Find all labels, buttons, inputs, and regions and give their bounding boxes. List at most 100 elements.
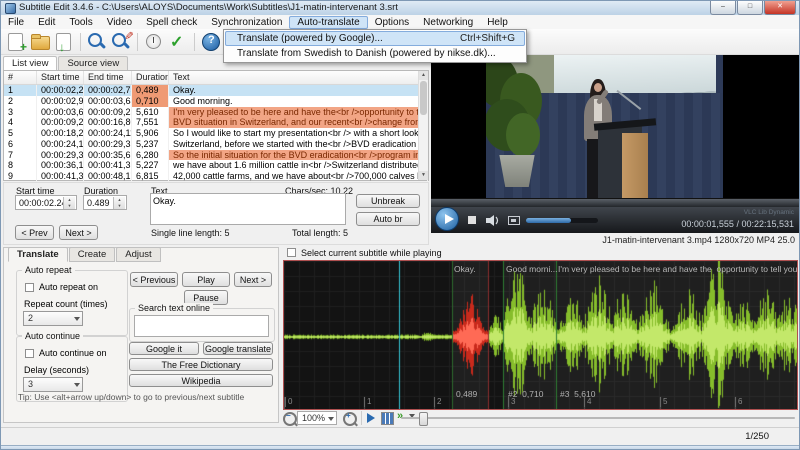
find-icon[interactable] <box>86 31 108 53</box>
tab-adjust[interactable]: Adjust <box>116 247 160 262</box>
duration-input[interactable]: 0.489 ▲▼ <box>83 195 127 210</box>
menu-item-help[interactable]: Help <box>480 16 515 29</box>
column-header-text: Text <box>169 71 428 84</box>
menu-option-translate-powered-by-google[interactable]: Translate (powered by Google)...Ctrl+Shi… <box>225 31 525 46</box>
table-scrollbar[interactable]: ▲ ▼ <box>418 71 428 180</box>
next-subtitle-button[interactable]: Next > <box>59 225 98 240</box>
zoom-out-icon[interactable]: − <box>283 412 297 426</box>
tab-translate[interactable]: Translate <box>8 247 68 262</box>
tab-create[interactable]: Create <box>69 247 116 262</box>
select-current-subtitle[interactable]: Select current subtitle while playing <box>287 248 442 258</box>
minimize-button[interactable]: – <box>710 1 736 15</box>
next-button[interactable]: Next > <box>234 272 272 287</box>
save-icon[interactable]: ↓ <box>53 31 75 53</box>
wikipedia-button[interactable]: Wikipedia <box>129 374 273 387</box>
menu-item-edit[interactable]: Edit <box>31 16 62 29</box>
google-translate-button[interactable]: Google translate <box>203 342 273 355</box>
menu-item-spell-check[interactable]: Spell check <box>139 16 204 29</box>
waveform-subtitle-label: I'm very pleased to be here and have the… <box>558 264 798 274</box>
previous-button[interactable]: < Previous <box>130 272 178 287</box>
table-row[interactable]: 400:00:09,25800:00:16,8097,551BVD situat… <box>4 117 428 128</box>
prev-subtitle-button[interactable]: < Prev <box>15 225 54 240</box>
waveform-zoom-select[interactable]: 100% <box>297 411 337 425</box>
playback-speed-icon[interactable]: » <box>397 410 402 422</box>
cell-text: So the initial situation for the BVD era… <box>169 150 428 161</box>
start-time-spinner[interactable]: ▲▼ <box>63 197 75 209</box>
repeat-count-select[interactable]: 2 <box>23 311 83 326</box>
menu-item-auto-translate[interactable]: Auto-translate <box>289 16 367 29</box>
scroll-up-icon[interactable]: ▲ <box>419 71 428 80</box>
subtitle-text-input[interactable]: Okay. <box>150 193 346 225</box>
video-controls: VLC Lib Dynamic 00:00:01,555 / 00:22:15,… <box>431 207 799 233</box>
delay-select[interactable]: 3 <box>23 377 83 392</box>
table-row[interactable]: 900:00:41,36400:00:48,1796,81542,000 cat… <box>4 171 428 182</box>
replace-icon[interactable]: ✎ <box>110 31 132 53</box>
table-row[interactable]: 600:00:24,11700:00:29,3545,237Switzerlan… <box>4 139 428 150</box>
menu-item-tools[interactable]: Tools <box>62 16 99 29</box>
fullscreen-button[interactable] <box>508 216 520 225</box>
cell-start: 00:00:24,117 <box>37 139 84 150</box>
cell-n: 9 <box>4 171 37 182</box>
auto-continue-checkbox[interactable] <box>25 349 34 358</box>
scroll-thumb[interactable] <box>420 81 427 115</box>
free-dictionary-button[interactable]: The Free Dictionary <box>129 358 273 371</box>
tab-list-view[interactable]: List view <box>3 56 57 70</box>
table-row[interactable]: 200:00:02,93600:00:03,6460,710Good morni… <box>4 96 428 107</box>
subtitle-count: 1/250 <box>745 431 769 442</box>
unbreak-button[interactable]: Unbreak <box>356 194 420 208</box>
menu-item-networking[interactable]: Networking <box>416 16 480 29</box>
duration-spinner[interactable]: ▲▼ <box>113 197 125 209</box>
menu-item-synchronization[interactable]: Synchronization <box>204 16 289 29</box>
start-time-input[interactable]: 00:00:02.247 ▲▼ <box>15 195 77 210</box>
maximize-button[interactable]: □ <box>737 1 763 15</box>
play-button[interactable] <box>435 207 459 231</box>
waveform-ruler-tick: 3 <box>508 397 515 407</box>
table-row[interactable]: 100:00:02,24700:00:02,7360,489Okay. <box>4 85 428 96</box>
cell-dur: 6,815 <box>132 171 169 182</box>
close-button[interactable]: ✕ <box>764 1 796 15</box>
menu-item-video[interactable]: Video <box>100 16 139 29</box>
waveform-scroll-thumb[interactable] <box>419 412 428 426</box>
tab-source-view[interactable]: Source view <box>58 56 128 70</box>
search-text-input[interactable] <box>134 315 269 337</box>
table-row[interactable]: 700:00:29,35500:00:35,6356,280So the ini… <box>4 150 428 161</box>
scroll-down-icon[interactable]: ▼ <box>419 171 428 180</box>
cell-n: 4 <box>4 117 37 128</box>
menu-option-translate-from-swedish-to-dani[interactable]: Translate from Swedish to Danish (powere… <box>225 46 525 61</box>
open-folder-icon[interactable] <box>29 31 51 53</box>
table-row[interactable]: 500:00:18,21000:00:24,1165,906So I would… <box>4 128 428 139</box>
auto-repeat-label: Auto repeat on <box>39 282 98 292</box>
video-player[interactable]: VLC Lib Dynamic 00:00:01,555 / 00:22:15,… <box>431 55 799 233</box>
menu-item-file[interactable]: File <box>1 16 31 29</box>
karaoke-icon[interactable] <box>381 412 394 425</box>
toolbar-separator <box>137 33 138 51</box>
auto-br-button[interactable]: Auto br <box>356 212 420 226</box>
auto-repeat-legend: Auto repeat <box>22 265 75 275</box>
cell-n: 7 <box>4 150 37 161</box>
waveform-canvas[interactable] <box>284 261 797 409</box>
waveform-ruler-tick: 5 <box>660 397 667 407</box>
auto-repeat-checkbox[interactable] <box>25 283 34 292</box>
waveform-play-icon[interactable] <box>367 413 375 423</box>
window-title: Subtitle Edit 3.4.6 - C:\Users\ALOYS\Doc… <box>19 2 398 13</box>
video-seek-bar[interactable] <box>431 198 799 207</box>
help-icon[interactable]: ? <box>200 31 222 53</box>
volume-icon[interactable] <box>486 215 499 226</box>
menu-item-options[interactable]: Options <box>368 16 416 29</box>
delay-value: 3 <box>28 379 33 389</box>
stop-button[interactable] <box>468 216 476 224</box>
cell-start: 00:00:18,210 <box>37 128 84 139</box>
visual-sync-icon[interactable] <box>143 31 165 53</box>
google-it-button[interactable]: Google it <box>129 342 199 355</box>
table-row[interactable]: 800:00:36,13600:00:41,3635,227we have ab… <box>4 160 428 171</box>
select-current-checkbox[interactable] <box>287 248 296 257</box>
title-bar[interactable]: Subtitle Edit 3.4.6 - C:\Users\ALOYS\Doc… <box>1 1 799 16</box>
waveform-scrollbar[interactable] <box>401 417 795 419</box>
new-file-icon[interactable]: + <box>5 31 27 53</box>
volume-slider[interactable] <box>526 218 598 223</box>
auto-continue-legend: Auto continue <box>22 331 83 341</box>
spell-check-icon[interactable]: ✓ <box>167 31 189 53</box>
zoom-in-icon[interactable]: + <box>343 412 357 426</box>
table-row[interactable]: 300:00:03,64700:00:09,2575,610I'm very p… <box>4 107 428 118</box>
play-current-button[interactable]: Play current <box>182 272 230 287</box>
